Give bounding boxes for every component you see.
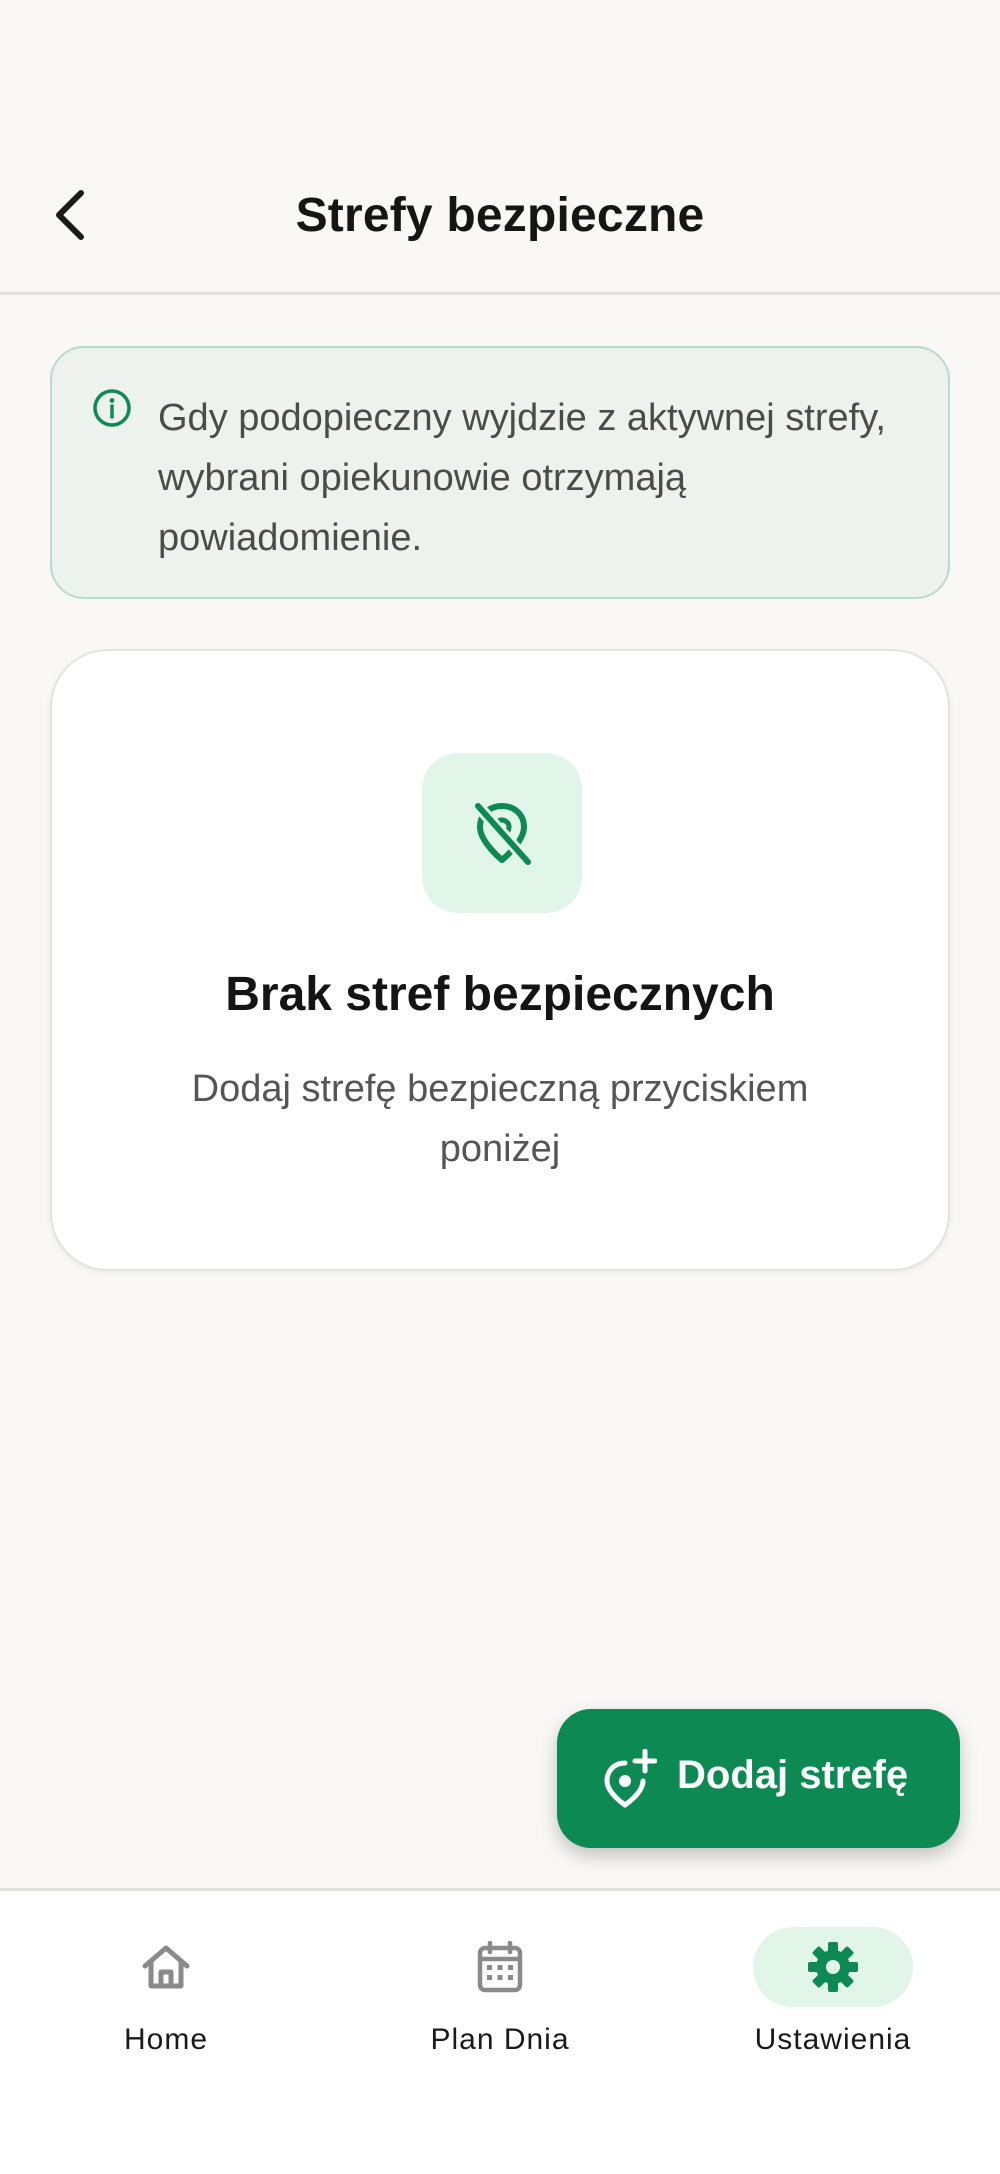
nav-icon-container-active	[753, 1927, 913, 2007]
top-app-bar: Strefy bezpieczne	[0, 160, 1000, 295]
empty-state-title: Brak stref bezpiecznych	[225, 968, 775, 1021]
nav-icon-container	[86, 1927, 246, 2007]
safe-zones-screen: Strefy bezpieczne Gdy podopieczny wyjdzi…	[0, 0, 1000, 2174]
nav-item-home[interactable]: Home	[46, 1927, 286, 2077]
calendar-icon	[477, 1941, 523, 1993]
empty-state-icon-box	[422, 753, 582, 913]
empty-state-subtitle: Dodaj strefę bezpieczną przyciskiem poni…	[191, 1068, 809, 1170]
gear-icon	[808, 1942, 858, 1992]
nav-item-plan-dnia[interactable]: Plan Dnia	[380, 1927, 620, 2077]
nav-item-label: Plan Dnia	[430, 2023, 570, 2056]
info-banner: Gdy podopieczny wyjdzie z aktywnej stref…	[50, 346, 950, 599]
empty-state-card: Brak stref bezpiecznych Dodaj strefę bez…	[50, 649, 950, 1271]
info-banner-text: Gdy podopieczny wyjdzie z aktywnej stref…	[158, 397, 886, 559]
add-location-icon	[604, 1749, 657, 1808]
nav-item-label: Ustawienia	[754, 2023, 912, 2056]
bottom-navigation: Home Plan Dnia Ustawienia	[0, 1888, 1000, 2174]
nav-item-label: Home	[123, 2023, 209, 2056]
nav-icon-container	[420, 1927, 580, 2007]
add-zone-button-label: Dodaj strefę	[677, 1753, 909, 1797]
add-zone-button[interactable]: Dodaj strefę	[557, 1709, 960, 1848]
nav-item-ustawienia[interactable]: Ustawienia	[713, 1927, 953, 2077]
info-icon	[93, 389, 131, 427]
page-title: Strefy bezpieczne	[295, 189, 705, 242]
home-icon	[142, 1945, 190, 1989]
location-off-icon	[472, 800, 534, 868]
